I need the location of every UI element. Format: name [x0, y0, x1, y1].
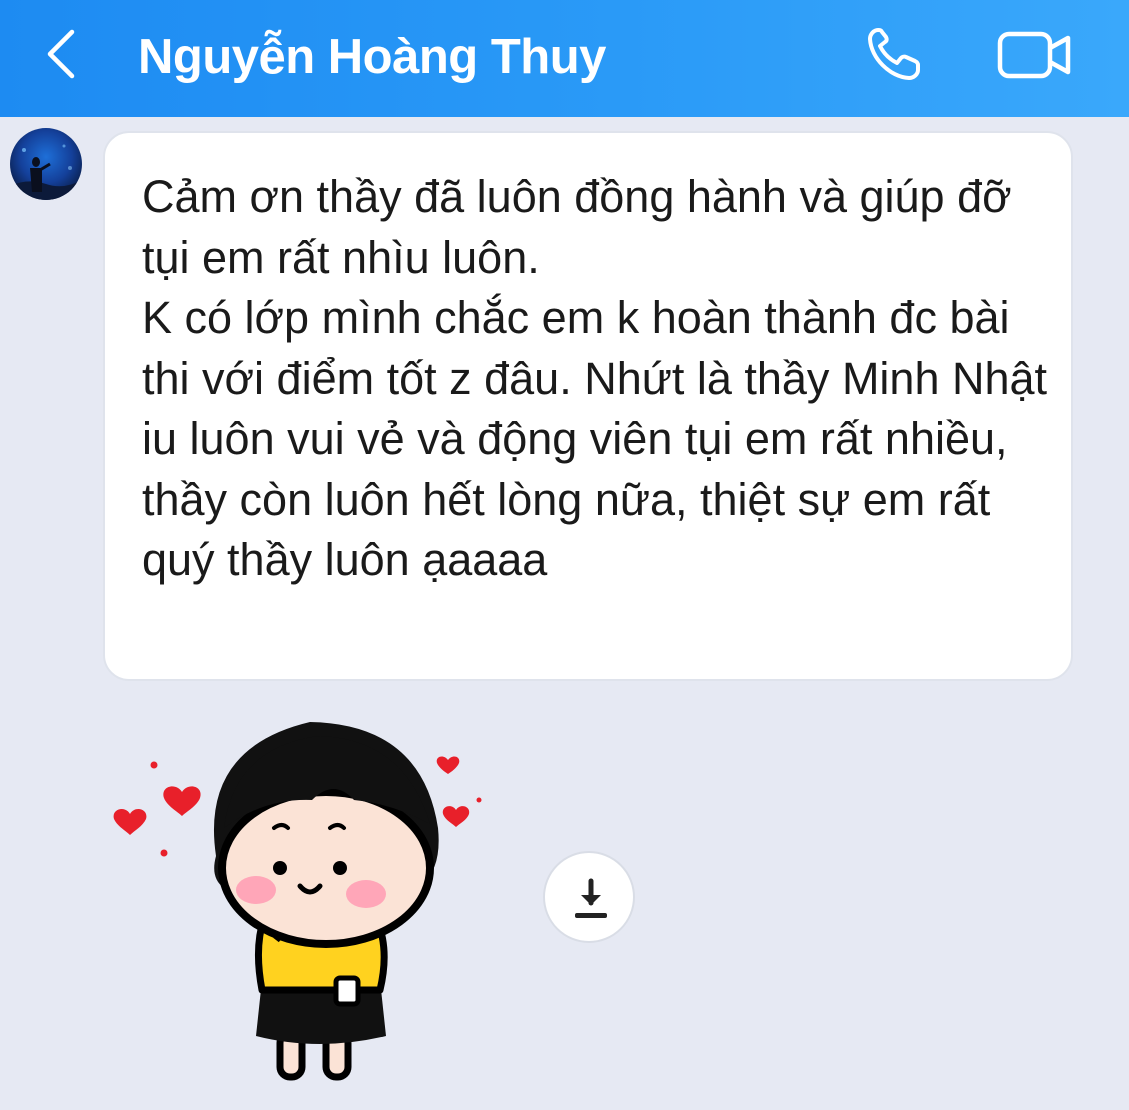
avatar[interactable]	[10, 128, 82, 200]
girl-with-hearts-sticker[interactable]	[104, 708, 494, 1088]
back-button[interactable]	[38, 26, 88, 82]
sticker-image	[113, 722, 482, 1081]
message-bubble[interactable]: Cảm ơn thầy đã luôn đồng hành và giúp đỡ…	[103, 131, 1073, 681]
download-button[interactable]	[543, 851, 635, 943]
phone-icon	[868, 28, 920, 80]
download-icon	[575, 878, 607, 918]
video-camera-icon	[997, 31, 1071, 79]
contact-name[interactable]: Nguyễn Hoàng Thuy	[138, 28, 606, 86]
chat-header: Nguyễn Hoàng Thuy	[0, 0, 1129, 117]
video-call-button[interactable]	[994, 26, 1074, 82]
avatar-image	[10, 128, 82, 200]
chevron-left-icon	[47, 29, 75, 79]
call-button[interactable]	[862, 22, 930, 86]
message-text: Cảm ơn thầy đã luôn đồng hành và giúp đỡ…	[142, 171, 1048, 585]
